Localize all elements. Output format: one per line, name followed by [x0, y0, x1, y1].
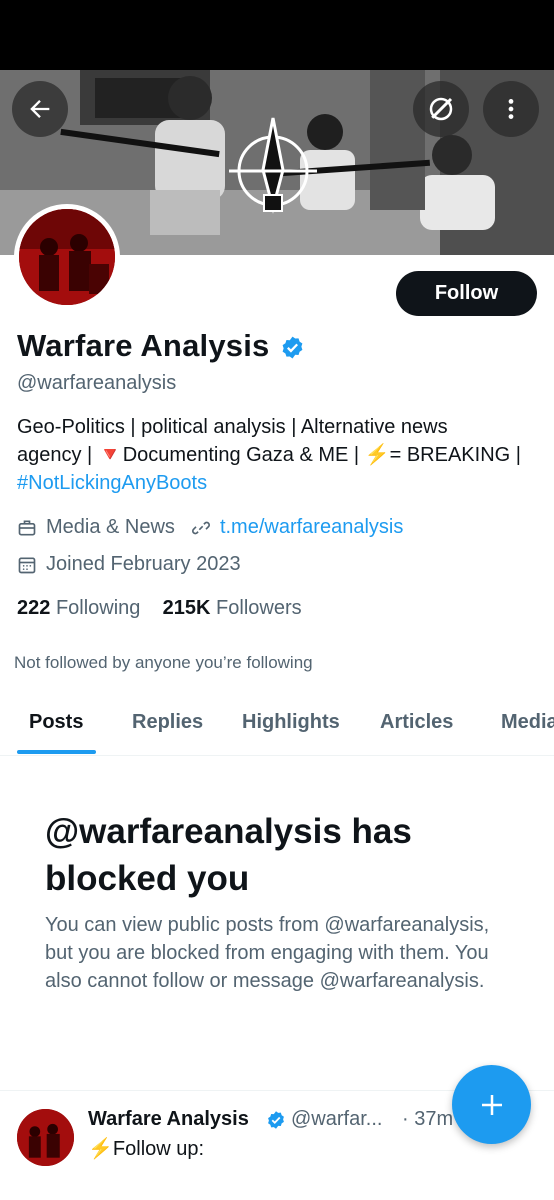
post-author-handle: @warfar... — [291, 1108, 383, 1130]
profile-meta-joined: Joined February 2023 — [17, 553, 241, 576]
post-timestamp: · 37m — [402, 1108, 454, 1130]
plus-icon — [481, 1094, 502, 1115]
bio-line-1: Geo-Politics | political analysis | Alte… — [17, 416, 448, 438]
followers-label: Followers — [216, 597, 302, 619]
post-author-name[interactable]: Warfare Analysis — [88, 1108, 249, 1131]
active-tab-indicator — [17, 750, 96, 754]
profile-bio: Geo-Politics | political analysis | Alte… — [17, 413, 547, 497]
following-link[interactable]: 222 Following — [17, 597, 140, 619]
following-count: 222 — [17, 597, 51, 619]
blocked-title: @warfareanalysis has blocked you — [45, 812, 412, 898]
profile-joined-date: Joined February 2023 — [46, 553, 241, 575]
grok-button[interactable] — [413, 81, 469, 137]
profile-name: Warfare Analysis — [17, 328, 270, 363]
followers-count: 215K — [162, 597, 211, 619]
status-bar — [0, 0, 554, 70]
compose-post-button[interactable] — [452, 1065, 531, 1144]
bio-hashtag-link[interactable]: #NotLickingAnyBoots — [17, 472, 207, 494]
blocked-message: You can view public posts from @warfarea… — [45, 914, 490, 992]
profile-category: Media & News — [46, 516, 175, 538]
profile-counts: 222 Following 215K Followers — [17, 597, 302, 620]
grok-icon — [429, 97, 453, 121]
following-label: Following — [55, 597, 141, 619]
profile-tabs: Posts Replies Highlights Articles Media — [0, 695, 554, 756]
post-text: ⚡Follow up: — [88, 1136, 204, 1161]
bio-text: Documenting Gaza & ME | — [122, 444, 365, 466]
link-icon — [191, 521, 210, 534]
post-body: Follow up: — [112, 1138, 205, 1160]
arrow-left-icon — [30, 100, 50, 118]
more-vertical-icon — [508, 99, 514, 119]
back-button[interactable] — [12, 81, 68, 137]
avatar-image — [19, 209, 115, 305]
post-avatar[interactable] — [17, 1109, 74, 1166]
tab-highlights[interactable]: Highlights — [242, 711, 340, 734]
bio-text: agency | — [17, 444, 98, 466]
red-triangle-icon: 🔻 — [97, 444, 123, 466]
bio-text: = BREAKING | — [389, 444, 521, 466]
not-followed-notice: Not followed by anyone you’re following — [14, 653, 313, 672]
tab-replies[interactable]: Replies — [132, 711, 203, 734]
profile-handle: @warfareanalysis — [17, 372, 177, 394]
briefcase-icon — [18, 520, 36, 535]
tab-posts[interactable]: Posts — [29, 711, 83, 734]
followers-link[interactable]: 215K Followers — [163, 597, 302, 619]
verified-badge-icon — [268, 1111, 284, 1129]
tab-articles[interactable]: Articles — [380, 711, 453, 734]
profile-meta-category: Media & News t.me/warfareanalysis — [17, 516, 403, 539]
profile-avatar[interactable] — [14, 204, 120, 310]
verified-badge-icon[interactable] — [280, 335, 305, 360]
lightning-icon: ⚡ — [364, 444, 390, 466]
lightning-icon: ⚡ — [88, 1138, 113, 1160]
profile-website-link[interactable]: t.me/warfareanalysis — [220, 516, 403, 539]
calendar-icon — [18, 557, 36, 573]
tab-media[interactable]: Media — [501, 711, 554, 734]
more-options-button[interactable] — [483, 81, 539, 137]
follow-button[interactable]: Follow — [396, 271, 537, 316]
